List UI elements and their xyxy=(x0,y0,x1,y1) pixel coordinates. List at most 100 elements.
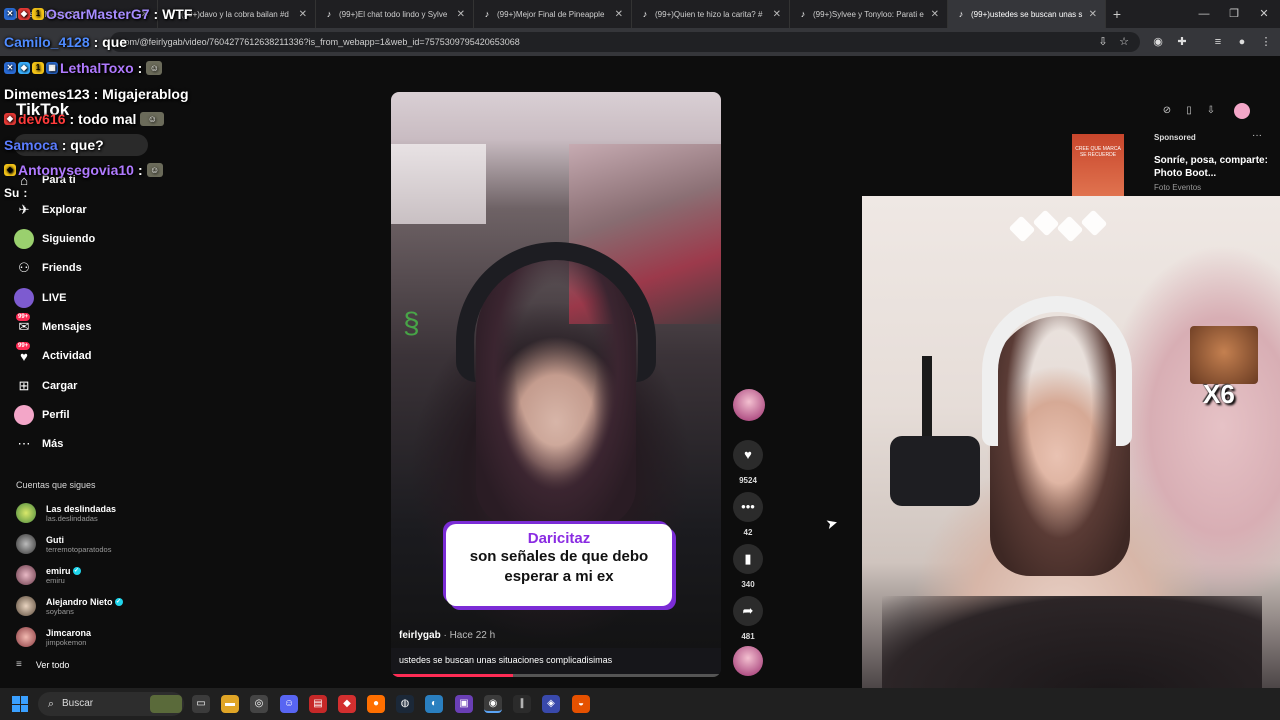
chat-text: : que? xyxy=(61,137,104,153)
activity-badge: 99+ xyxy=(16,342,31,350)
like-button[interactable]: ♥ 9524 xyxy=(733,440,763,485)
chat-text: : xyxy=(23,186,28,200)
sound-avatar[interactable] xyxy=(733,646,763,676)
app-icon[interactable]: ◎ xyxy=(250,695,268,713)
bookmark-star-icon[interactable]: ☆ xyxy=(1116,34,1132,50)
maximize-icon[interactable]: ❐ xyxy=(1218,0,1250,28)
mic-arm xyxy=(922,356,932,446)
chat-username: dev616 xyxy=(18,111,66,127)
account-name: Alejandro Nieto xyxy=(46,596,113,607)
nav-mas[interactable]: ⋯ Más xyxy=(14,433,64,455)
app-icon[interactable]: ▤ xyxy=(309,695,327,713)
tab-title: (99+)ustedes se buscan unas s xyxy=(971,9,1083,19)
profile-avatar[interactable]: ● xyxy=(1234,34,1250,50)
close-icon[interactable]: ✕ xyxy=(457,9,465,20)
discord-icon[interactable]: ☺ xyxy=(280,695,298,713)
avatar xyxy=(16,503,36,523)
nav-label: Perfil xyxy=(42,409,70,421)
badge-icon: 1 xyxy=(32,62,44,74)
following-account[interactable]: Las deslindadas las.deslindadas xyxy=(16,503,116,523)
install-icon[interactable]: ⇩ xyxy=(1095,34,1111,50)
app-icon[interactable]: ◈ xyxy=(542,695,560,713)
chrome-icon[interactable]: ◉ xyxy=(484,695,502,713)
address-bar[interactable]: com/@feirlygab/video/7604277612638211336… xyxy=(110,32,1140,52)
chat-username: Su xyxy=(4,186,20,200)
following-account[interactable]: Guti terremotoparatodos xyxy=(16,534,111,554)
browser-tab[interactable]: ♪ (99+)Quien te hizo la carita? # ✕ xyxy=(632,0,790,28)
following-account[interactable]: Alejandro Nieto ✓ soybans xyxy=(16,596,123,616)
nav-label: Más xyxy=(42,438,64,450)
nav-mensajes[interactable]: ✉ 99+ Mensajes xyxy=(14,313,92,338)
folder-icon[interactable]: ▬ xyxy=(221,695,239,713)
puzzle-icon[interactable]: ✚ xyxy=(1174,34,1190,50)
extension-icon[interactable]: ◉ xyxy=(1150,34,1166,50)
firefox-icon[interactable]: ● xyxy=(367,695,385,713)
nav-friends[interactable]: ⚇ Friends xyxy=(14,257,82,279)
account-name: emiru xyxy=(46,565,71,576)
verified-badge-icon: ✓ xyxy=(114,598,123,607)
video-background-shelf xyxy=(391,144,486,224)
following-account[interactable]: Jimcarona jimpokemon xyxy=(16,627,91,647)
author-name[interactable]: feirlygab xyxy=(399,630,441,641)
video-player[interactable]: § Daricitaz son señales de que debo espe… xyxy=(391,92,721,677)
nav-explorar[interactable]: ✈ Explorar xyxy=(14,199,87,221)
nav-live[interactable]: LIVE xyxy=(14,287,66,309)
creator-avatar[interactable] xyxy=(733,389,765,421)
mobile-icon[interactable]: ▯ xyxy=(1181,103,1197,119)
browser-tab-active[interactable]: ♪ (99+)ustedes se buscan unas s ✕ xyxy=(948,0,1106,28)
nav-cargar[interactable]: ⊞ Cargar xyxy=(14,375,78,397)
new-tab-button[interactable]: + xyxy=(1106,6,1128,22)
badge-icon: ◆ xyxy=(4,113,16,125)
caption-text: son señales de que debo esperar a mi ex xyxy=(469,548,649,585)
comment-button[interactable]: ••• 42 xyxy=(733,492,763,537)
like-count: 9524 xyxy=(739,476,757,485)
nav-actividad[interactable]: ♥ 99+ Actividad xyxy=(14,342,92,367)
tab-title: (99+)davo y la cobra bailan #d xyxy=(181,9,289,19)
steam-icon[interactable]: ◍ xyxy=(396,695,414,713)
app-icon[interactable]: ∥ xyxy=(513,695,531,713)
video-author[interactable]: feirlygab · Hace 22 h xyxy=(399,630,495,641)
app-icon[interactable]: ◒ xyxy=(572,695,590,713)
account-name: Las deslindadas xyxy=(46,503,117,514)
close-icon[interactable]: ✕ xyxy=(615,9,623,20)
save-button[interactable]: ▮ 340 xyxy=(733,544,763,589)
media-icon[interactable]: ≡ xyxy=(1210,34,1226,50)
sponsored-ad-card[interactable]: CREE QUE MARCA SE RECUERDE Sponsored ···… xyxy=(1050,130,1268,196)
browser-tab[interactable]: ♪ (99+)Mejor Final de Pineapple ✕ xyxy=(474,0,632,28)
tiktok-icon: ♪ xyxy=(484,9,490,19)
upload-icon: ⊞ xyxy=(18,378,30,393)
following-account[interactable]: emiru ✓ emiru xyxy=(16,565,81,585)
more-options-icon[interactable]: ··· xyxy=(1252,130,1262,141)
browser-tab[interactable]: ♪ (99+)El chat todo lindo y Sylve ✕ xyxy=(316,0,474,28)
see-all-label: Ver todo xyxy=(35,659,70,670)
minimize-icon[interactable]: — xyxy=(1188,0,1220,28)
download-icon[interactable]: ⇩ xyxy=(1203,103,1219,119)
start-button[interactable] xyxy=(12,696,28,712)
chat-message: ✕ ◆ 1 OscarMasterG7: WTF xyxy=(4,6,192,22)
see-all-link[interactable]: ≡ Ver todo xyxy=(16,659,69,670)
close-icon[interactable]: ✕ xyxy=(931,9,939,20)
chat-message: Camilo_4128: que xyxy=(4,34,127,50)
nav-siguiendo[interactable]: Siguiendo xyxy=(14,228,95,250)
profile-avatar[interactable] xyxy=(1234,103,1250,119)
share-button[interactable]: ➦ 481 xyxy=(733,596,763,641)
close-window-icon[interactable]: ✕ xyxy=(1248,0,1280,28)
menu-icon[interactable]: ⋮ xyxy=(1258,34,1274,50)
browser-tab[interactable]: ♪ (99+)Sylvee y Tonyloo: Parati e ✕ xyxy=(790,0,948,28)
nav-perfil[interactable]: Perfil xyxy=(14,404,70,426)
close-icon[interactable]: ✕ xyxy=(1089,9,1097,20)
close-icon[interactable]: ✕ xyxy=(773,9,781,20)
bookmark-icon: ▮ xyxy=(733,544,763,574)
close-icon[interactable]: ✕ xyxy=(299,9,307,20)
app-icon[interactable]: ◆ xyxy=(338,695,356,713)
compass-icon[interactable]: ⊘ xyxy=(1159,103,1175,119)
app-icon[interactable]: ◐ xyxy=(425,695,443,713)
badge-icon: ✕ xyxy=(4,8,16,20)
taskview-icon[interactable]: ▭ xyxy=(192,695,210,713)
widget-icon[interactable] xyxy=(150,695,182,713)
app-icon[interactable]: ▣ xyxy=(455,695,473,713)
chat-text: : xyxy=(137,60,143,76)
share-icon: ➦ xyxy=(733,596,763,626)
video-progress-bar[interactable] xyxy=(391,674,721,677)
sponsored-label: Sponsored xyxy=(1154,133,1196,142)
